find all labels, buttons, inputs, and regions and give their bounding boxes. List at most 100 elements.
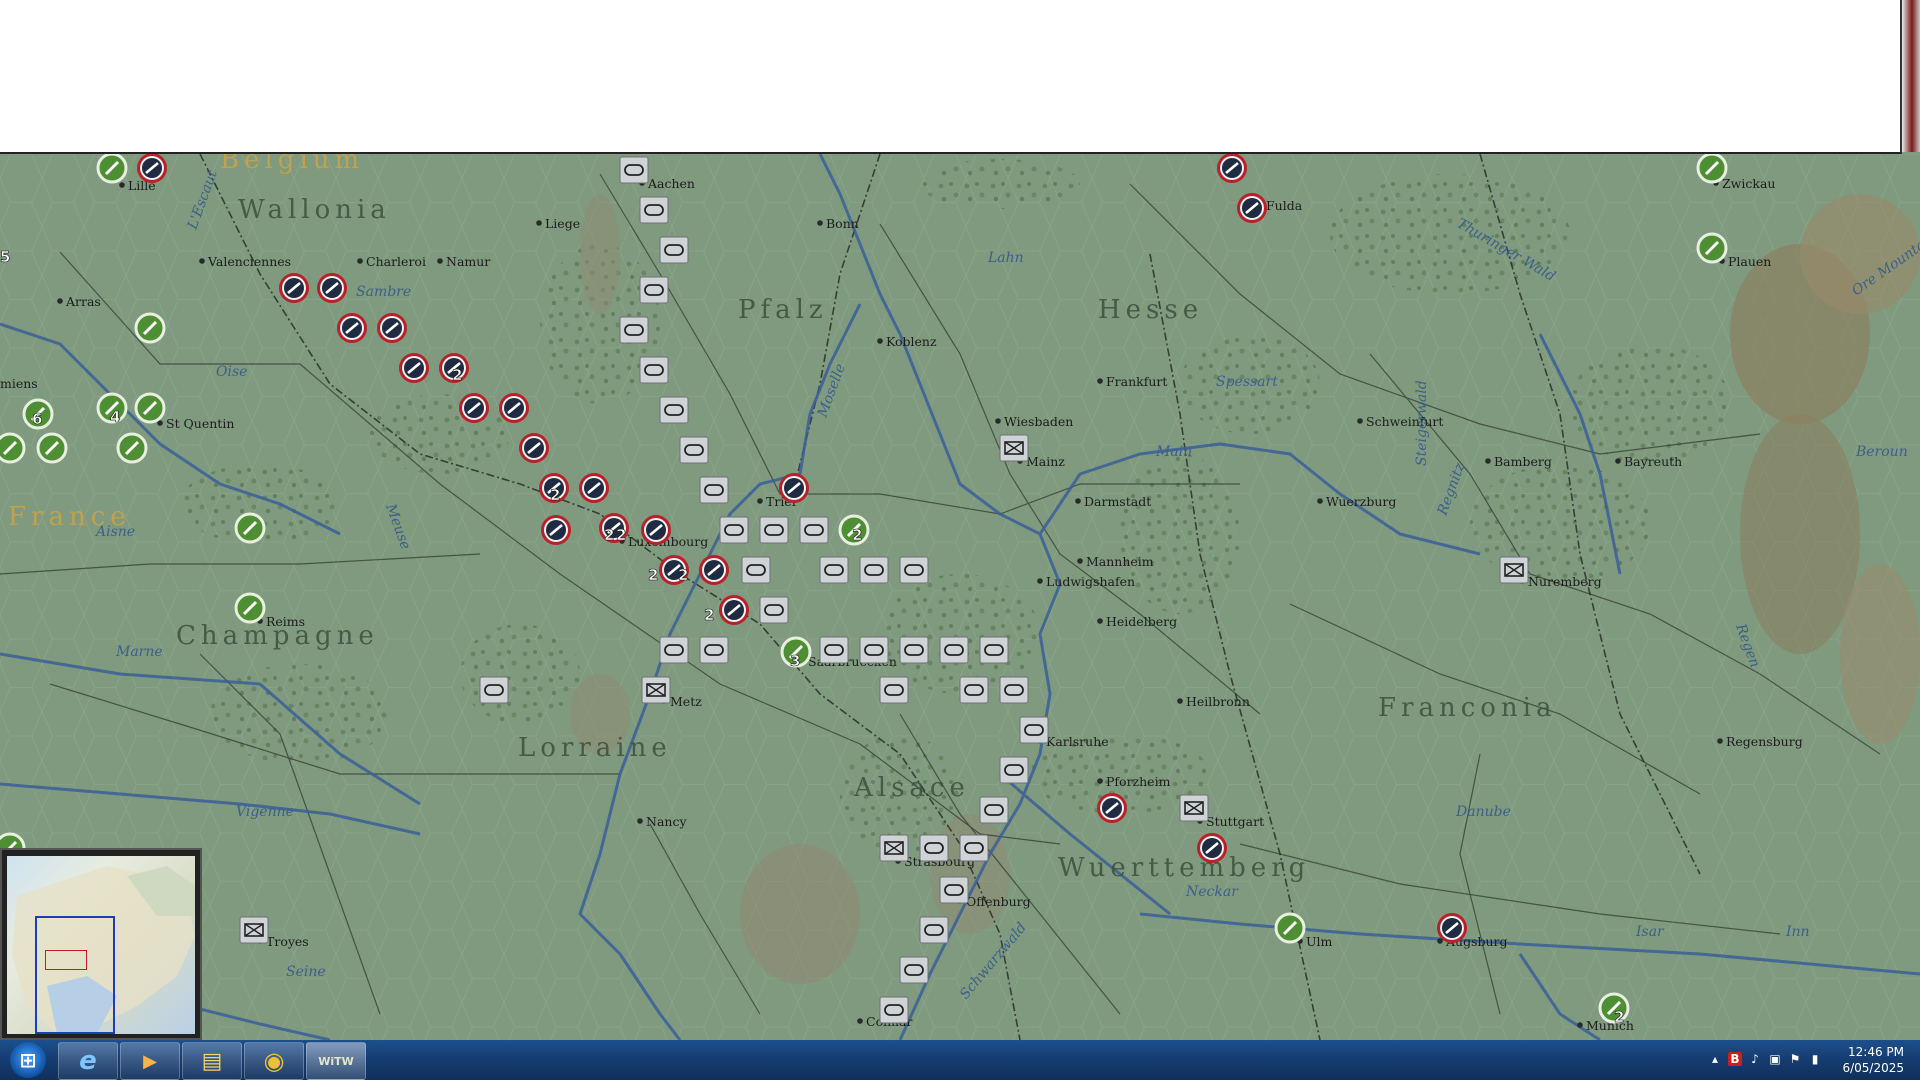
- network-icon[interactable]: ▣: [1768, 1052, 1782, 1066]
- axis-air-counter[interactable]: [541, 515, 571, 545]
- axis-air-counter[interactable]: [779, 473, 809, 503]
- tank-counter[interactable]: [899, 956, 929, 984]
- tank-counter[interactable]: [899, 636, 929, 664]
- witw-game-icon[interactable]: WiTW: [306, 1042, 366, 1080]
- tank-counter[interactable]: [659, 396, 689, 424]
- tank-counter[interactable]: [959, 676, 989, 704]
- tank-counter[interactable]: [959, 834, 989, 862]
- hq-counter[interactable]: [1179, 794, 1209, 822]
- tank-counter[interactable]: [639, 356, 669, 384]
- city-label-bonn: Bonn: [826, 216, 859, 231]
- tank-counter[interactable]: [899, 556, 929, 584]
- tank-counter[interactable]: [859, 556, 889, 584]
- allied-infantry-counter[interactable]: [116, 432, 148, 464]
- axis-air-counter[interactable]: [519, 433, 549, 463]
- river-label-beroun: Beroun: [1855, 444, 1908, 460]
- tank-counter[interactable]: [979, 796, 1009, 824]
- windows-start-icon[interactable]: ⊞: [10, 1042, 46, 1078]
- media-player-icon[interactable]: ▶: [120, 1042, 180, 1080]
- tank-counter[interactable]: [699, 636, 729, 664]
- tank-counter[interactable]: [819, 636, 849, 664]
- allied-infantry-counter[interactable]: [134, 312, 166, 344]
- tank-counter[interactable]: [659, 636, 689, 664]
- tank-counter[interactable]: [741, 556, 771, 584]
- allied-infantry-counter[interactable]: [0, 432, 26, 464]
- allied-infantry-counter[interactable]: [1696, 232, 1728, 264]
- volume-icon[interactable]: ♪: [1748, 1052, 1762, 1066]
- tank-counter[interactable]: [759, 596, 789, 624]
- allied-infantry-counter[interactable]: [1274, 912, 1306, 944]
- hq-counter[interactable]: [239, 916, 269, 944]
- stack-count-badge: 2: [452, 366, 462, 384]
- tank-counter[interactable]: [619, 316, 649, 344]
- minimap-image[interactable]: [7, 856, 195, 1034]
- city-label-reims: Reims: [266, 614, 305, 629]
- allied-infantry-counter[interactable]: [96, 154, 128, 184]
- flag-icon[interactable]: ⚑: [1788, 1052, 1802, 1066]
- axis-air-counter[interactable]: [137, 154, 167, 183]
- show-hidden-icon[interactable]: ▴: [1708, 1052, 1722, 1066]
- hq-counter[interactable]: [1499, 556, 1529, 584]
- hq-counter[interactable]: [879, 834, 909, 862]
- tank-counter[interactable]: [719, 516, 749, 544]
- allied-infantry-counter[interactable]: [234, 512, 266, 544]
- tank-counter[interactable]: [639, 276, 669, 304]
- tank-counter[interactable]: [999, 676, 1029, 704]
- file-explorer-icon[interactable]: ▤: [182, 1042, 242, 1080]
- signal-icon[interactable]: ▮: [1808, 1052, 1822, 1066]
- minimap[interactable]: [0, 848, 202, 1040]
- axis-air-counter[interactable]: [699, 555, 729, 585]
- axis-air-counter[interactable]: [499, 393, 529, 423]
- tank-counter[interactable]: [879, 996, 909, 1024]
- tank-counter[interactable]: [659, 236, 689, 264]
- axis-air-counter[interactable]: [1437, 913, 1467, 943]
- axis-air-counter[interactable]: [1217, 154, 1247, 183]
- internet-explorer-icon[interactable]: e: [58, 1042, 118, 1080]
- axis-air-counter[interactable]: [641, 515, 671, 545]
- axis-air-counter[interactable]: [719, 595, 749, 625]
- tank-counter[interactable]: [939, 876, 969, 904]
- axis-air-counter[interactable]: [1237, 193, 1267, 223]
- tank-counter[interactable]: [639, 196, 669, 224]
- chrome-icon[interactable]: ◉: [244, 1042, 304, 1080]
- axis-air-counter[interactable]: [279, 273, 309, 303]
- minimap-current-view[interactable]: [45, 950, 87, 970]
- minimap-viewport-frame[interactable]: [35, 916, 115, 1034]
- tank-counter[interactable]: [879, 676, 909, 704]
- axis-air-counter[interactable]: [579, 473, 609, 503]
- allied-infantry-counter[interactable]: [234, 592, 266, 624]
- tank-counter[interactable]: [479, 676, 509, 704]
- taskbar-clock[interactable]: 12:46 PM 6/05/2025: [1842, 1044, 1904, 1076]
- tank-counter[interactable]: [859, 636, 889, 664]
- axis-air-counter[interactable]: [1097, 793, 1127, 823]
- axis-air-counter[interactable]: [1197, 833, 1227, 863]
- axis-air-counter[interactable]: [399, 353, 429, 383]
- hq-counter[interactable]: [999, 434, 1029, 462]
- axis-air-counter[interactable]: [459, 393, 489, 423]
- tank-counter[interactable]: [939, 636, 969, 664]
- axis-air-counter[interactable]: [377, 313, 407, 343]
- allied-infantry-counter[interactable]: [36, 432, 68, 464]
- b-icon[interactable]: B: [1728, 1052, 1742, 1066]
- city-label-plauen: Plauen: [1728, 254, 1771, 269]
- tank-counter[interactable]: [819, 556, 849, 584]
- tank-counter[interactable]: [1019, 716, 1049, 744]
- axis-air-counter[interactable]: [317, 273, 347, 303]
- tank-counter[interactable]: [999, 756, 1029, 784]
- tank-counter[interactable]: [759, 516, 789, 544]
- tank-counter[interactable]: [619, 156, 649, 184]
- axis-air-counter[interactable]: [337, 313, 367, 343]
- hq-counter[interactable]: [641, 676, 671, 704]
- allied-infantry-counter[interactable]: [134, 392, 166, 424]
- stack-count-badge: 5: [0, 248, 10, 266]
- tank-counter[interactable]: [679, 436, 709, 464]
- city-marker-namur: [437, 258, 443, 264]
- city-label-charleroi: Charleroi: [366, 254, 426, 269]
- allied-infantry-counter[interactable]: [1696, 154, 1728, 184]
- tank-counter[interactable]: [919, 834, 949, 862]
- tank-counter[interactable]: [799, 516, 829, 544]
- tank-counter[interactable]: [919, 916, 949, 944]
- game-map[interactable]: Wallonia Belgium Pfalz Hesse France Champagne…: [0, 154, 1920, 1040]
- tank-counter[interactable]: [699, 476, 729, 504]
- tank-counter[interactable]: [979, 636, 1009, 664]
